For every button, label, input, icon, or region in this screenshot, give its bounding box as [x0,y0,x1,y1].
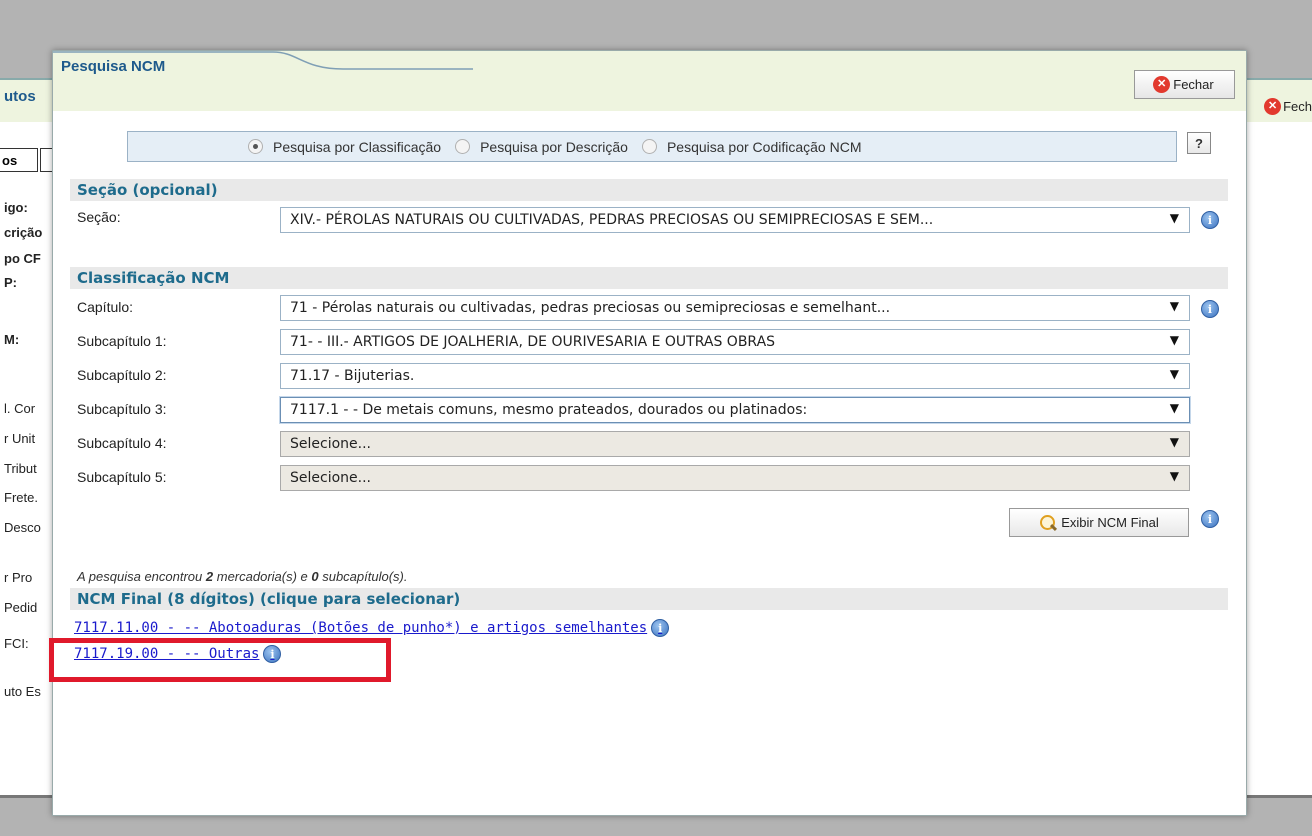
subcapitulo-4-select[interactable]: Selecione... ▼ [280,431,1190,457]
chevron-down-icon: ▼ [1169,367,1179,381]
subcapitulo-1-label: Subcapítulo 1: [77,333,167,349]
exibir-ncm-final-button[interactable]: Exibir NCM Final [1009,508,1189,537]
radio-button[interactable] [641,139,657,154]
background-label: P: [4,275,17,290]
dialog-title: Pesquisa NCM [61,58,166,75]
subcapitulo-4-label: Subcapítulo 4: [77,435,167,451]
radio-codificacao[interactable]: Pesquisa por Codificação NCM [641,139,861,155]
background-label: FCI: [4,636,29,651]
background-label: r Pro [4,570,33,585]
close-icon: ✕ [1264,98,1282,115]
background-tab[interactable]: os [0,148,38,172]
chevron-down-icon: ▼ [1169,401,1179,415]
capitulo-select[interactable]: 71 - Pérolas naturais ou cultivadas, ped… [280,295,1190,321]
secao-heading: Seção (opcional) [70,179,1228,201]
radio-classificacao[interactable]: Pesquisa por Classificação [248,139,441,155]
magnifier-icon [1039,514,1057,532]
info-icon[interactable]: i [1201,510,1219,528]
background-label: M: [4,332,20,347]
search-mode-bar: Pesquisa por Classificação Pesquisa por … [127,131,1177,162]
background-label: Tribut [4,461,37,476]
info-icon[interactable]: i [651,619,670,637]
ncm-result-link[interactable]: 7117.11.00 - -- Abotoaduras (Botões de p… [74,619,670,637]
subcapitulo-3-label: Subcapítulo 3: [77,401,167,417]
background-title: utos [4,88,36,105]
help-button[interactable]: ? [1187,132,1211,154]
secao-label: Seção: [77,209,121,225]
background-label: Pedid [4,600,38,615]
radio-button[interactable] [248,139,263,154]
close-icon: ✕ [1153,76,1171,93]
close-button[interactable]: ✕ Fechar [1134,70,1235,99]
background-label: uto Es [4,684,41,699]
dialog-header: Pesquisa NCM ✕ Fechar [53,51,1246,111]
info-icon[interactable]: i [1201,300,1219,318]
secao-select[interactable]: XIV.- PÉROLAS NATURAIS OU CULTIVADAS, PE… [280,207,1190,233]
chevron-down-icon: ▼ [1169,299,1179,313]
chevron-down-icon: ▼ [1169,435,1179,449]
info-icon[interactable]: i [1201,211,1219,229]
result-summary: A pesquisa encontrou 2 mercadoria(s) e 0… [77,569,408,584]
subcapitulo-3-select[interactable]: 7117.1 - - De metais comuns, mesmo prate… [280,397,1190,423]
chevron-down-icon: ▼ [1169,211,1179,225]
background-label: crição [4,225,43,240]
highlight-annotation [49,638,391,682]
subcapitulo-2-select[interactable]: 71.17 - Bijuterias. ▼ [280,363,1190,389]
radio-button[interactable] [455,139,471,154]
background-label: po CF [4,251,41,266]
ncm-final-heading: NCM Final (8 dígitos) (clique para selec… [70,588,1228,610]
background-label: l. Cor [4,401,36,416]
background-close-button[interactable]: ✕ Fech [1264,98,1312,115]
classificacao-heading: Classificação NCM [70,267,1228,289]
background-label: igo: [4,200,28,215]
subcapitulo-5-select[interactable]: Selecione... ▼ [280,465,1190,491]
background-label: r Unit [4,431,36,446]
subcapitulo-5-label: Subcapítulo 5: [77,469,167,485]
radio-descricao[interactable]: Pesquisa por Descrição [455,139,628,155]
subcapitulo-2-label: Subcapítulo 2: [77,367,167,383]
subcapitulo-1-select[interactable]: 71- - III.- ARTIGOS DE JOALHERIA, DE OUR… [280,329,1190,355]
chevron-down-icon: ▼ [1169,469,1179,483]
background-label: Frete. [4,490,38,505]
background-label: Desco [4,520,41,535]
chevron-down-icon: ▼ [1169,333,1179,347]
ncm-search-dialog: Pesquisa NCM ✕ Fechar Pesquisa por Class… [52,50,1247,816]
subchapter-count: 0 [311,569,319,584]
capitulo-label: Capítulo: [77,299,134,315]
